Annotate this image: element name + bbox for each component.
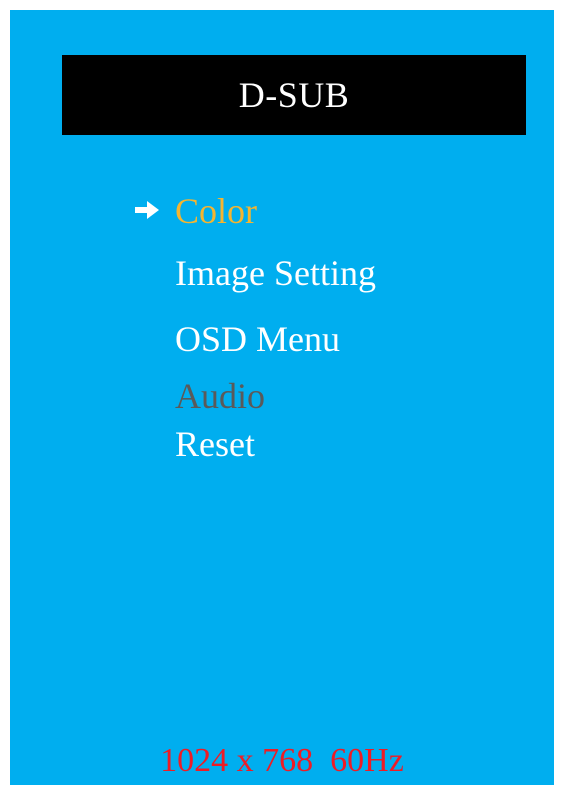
menu-item-osd-menu[interactable]: OSD Menu <box>175 321 340 357</box>
menu-item-reset[interactable]: Reset <box>175 426 255 462</box>
osd-panel: D-SUB Color Image Setting OSD Menu Audio… <box>10 10 554 785</box>
menu-item-color[interactable]: Color <box>135 191 258 231</box>
menu-item-label: OSD Menu <box>175 319 341 359</box>
menu-item-label: Reset <box>175 424 255 464</box>
title-text: D-SUB <box>238 75 350 115</box>
menu-item-label: Audio <box>175 376 265 416</box>
input-source-title: D-SUB <box>62 55 526 135</box>
menu-item-label: Color <box>175 191 258 231</box>
menu-item-audio: Audio <box>175 378 265 414</box>
signal-status: 1024 x 768 60Hz <box>10 742 554 780</box>
right-arrow-icon <box>135 201 159 219</box>
resolution-text: 1024 x 768 <box>160 742 314 779</box>
menu-item-label: Image Setting <box>175 253 376 293</box>
menu-item-image-setting[interactable]: Image Setting <box>175 255 376 291</box>
refresh-rate-text: 60Hz <box>330 742 404 779</box>
